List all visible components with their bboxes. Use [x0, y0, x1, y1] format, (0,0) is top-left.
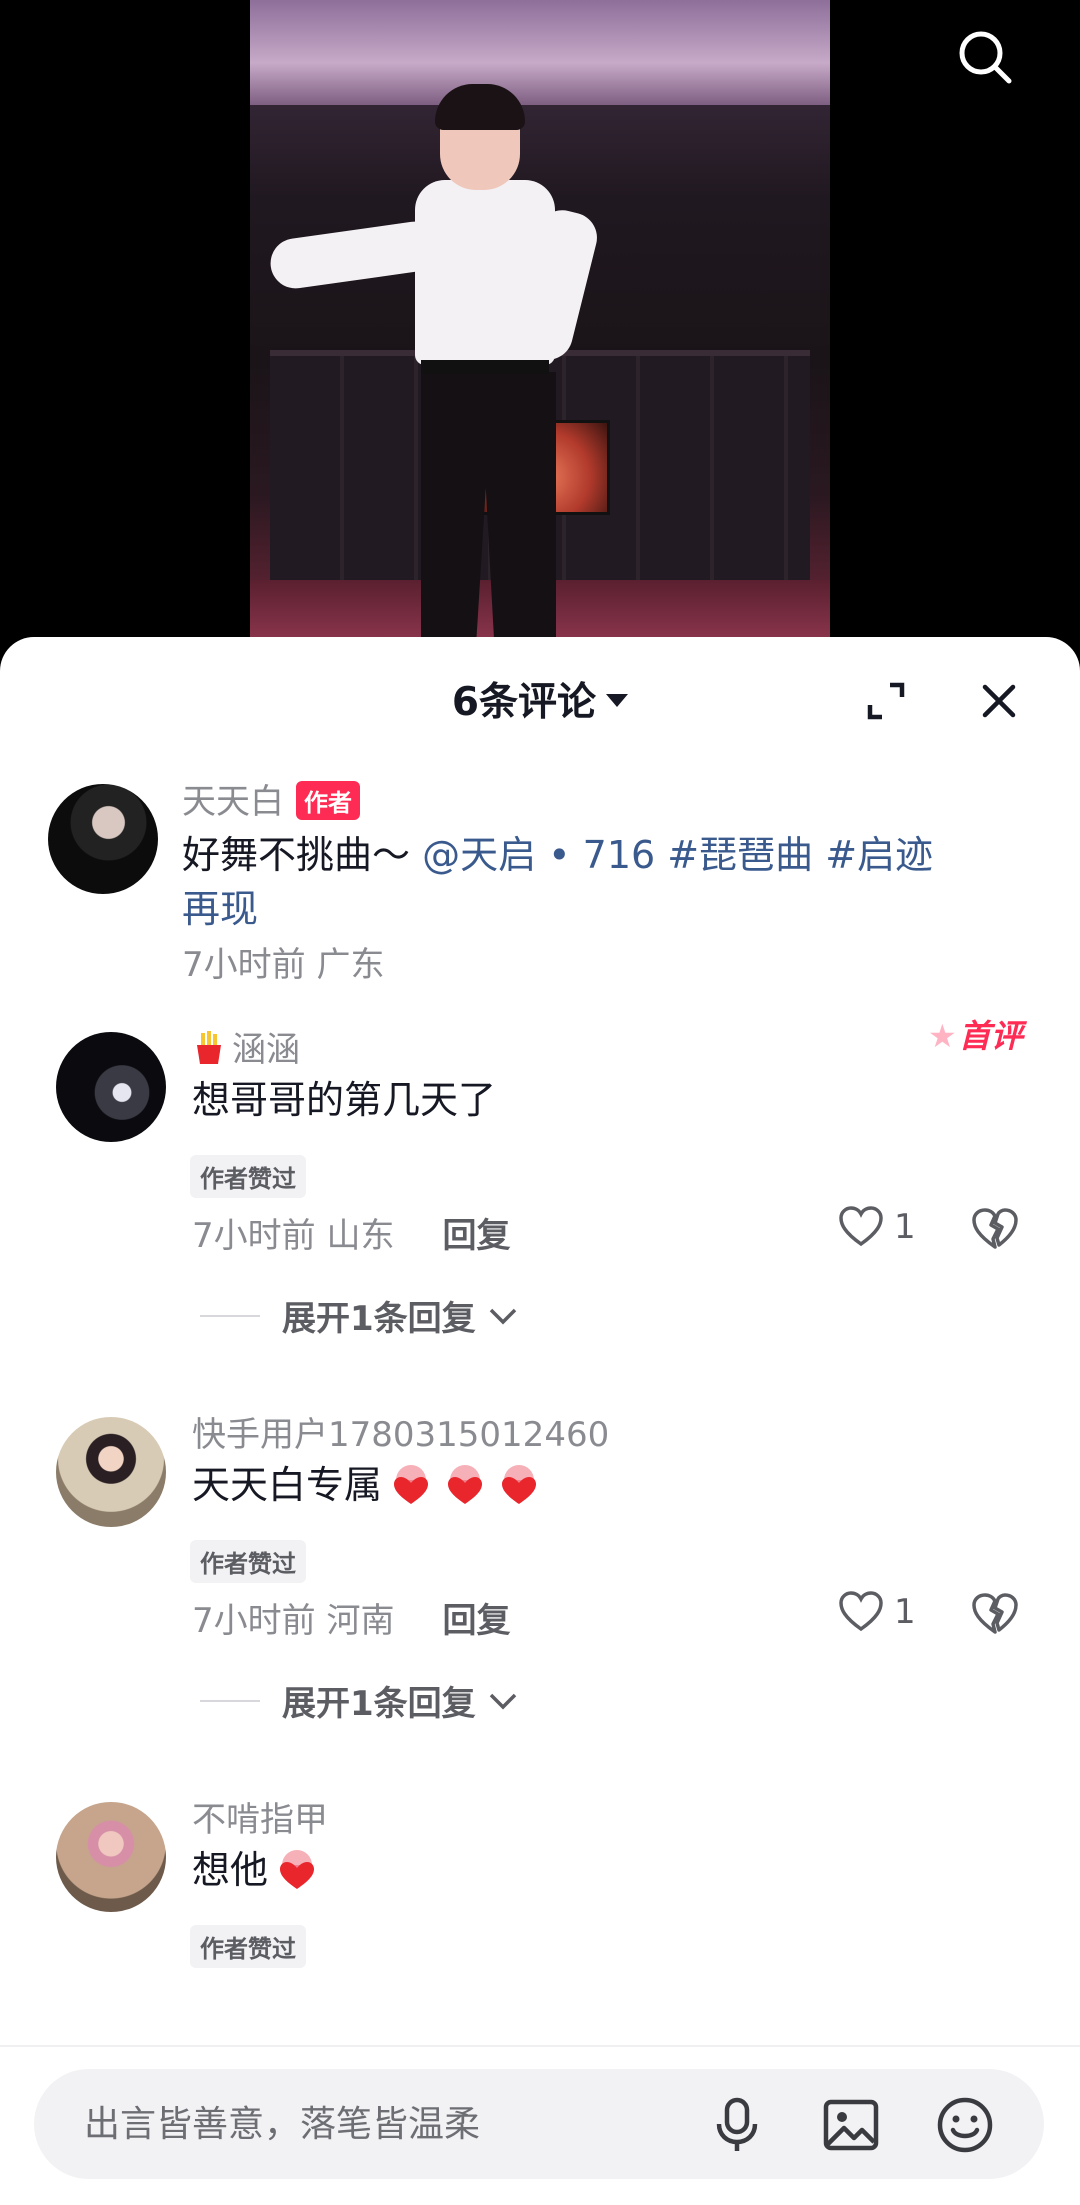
- hashtag-link-continued[interactable]: 再现: [182, 887, 258, 931]
- comment-text: 天天白专属: [192, 1458, 1012, 1512]
- comment-text: 想他: [192, 1843, 1012, 1897]
- comment-item: 涵涵 ★首评 想哥哥的第几天了 作者赞过 7小时前 山东 回复 1 展开1条回复: [0, 1007, 1080, 1387]
- search-icon: [959, 31, 1012, 84]
- expand-replies-button[interactable]: 展开1条回复: [200, 1676, 518, 1725]
- emoji-icon[interactable]: [934, 2094, 996, 2156]
- comment-text: 好舞不挑曲～ @天启 • 716 #琵琶曲 #启迹 再现: [182, 833, 934, 931]
- avatar[interactable]: [56, 1802, 166, 1912]
- broken-heart-icon: [972, 1593, 1018, 1634]
- comment-item-author: 天天白 作者 好舞不挑曲～ @天启 • 716 #琵琶曲 #启迹 再现 7小时前 广…: [0, 757, 1080, 987]
- pig-heart-emoji: [280, 1849, 315, 1889]
- comment-item: 不啃指甲 想他 作者赞过: [0, 1777, 1080, 2027]
- video-dancer-figure: [267, 80, 615, 660]
- comment-username[interactable]: 不啃指甲: [192, 1792, 328, 1841]
- comment-count-dropdown[interactable]: 6条评论: [0, 671, 1080, 727]
- comment-input-bar: [0, 2045, 1080, 2205]
- first-comment-badge: ★首评: [928, 1017, 1023, 1055]
- heart-icon: [839, 1591, 883, 1632]
- chevron-down-icon: [489, 1693, 516, 1709]
- author-liked-tag: 作者赞过: [190, 1925, 306, 1968]
- comment-item: 快手用户1780315012460 天天白专属 作者赞过 7小时前 河南 回复 1: [0, 1392, 1080, 1772]
- comment-meta: 7小时前 广东: [182, 945, 385, 985]
- chevron-down-icon: [489, 1308, 516, 1324]
- comment-sheet-header: 6条评论: [0, 637, 1080, 757]
- comment-input-box[interactable]: [34, 2069, 1044, 2179]
- like-button[interactable]: 1: [838, 1591, 916, 1633]
- comment-input[interactable]: [84, 2069, 684, 2179]
- star-icon: ★: [928, 1017, 957, 1055]
- broken-heart-icon: [972, 1208, 1018, 1249]
- expand-replies-button[interactable]: 展开1条回复: [200, 1291, 518, 1340]
- like-button[interactable]: 1: [838, 1206, 916, 1248]
- avatar[interactable]: [56, 1032, 166, 1142]
- avatar[interactable]: [48, 784, 158, 894]
- reply-button[interactable]: 回复: [442, 1216, 510, 1256]
- caret-down-icon: [606, 694, 629, 707]
- author-liked-tag: 作者赞过: [190, 1540, 306, 1583]
- reply-button[interactable]: 回复: [442, 1601, 510, 1641]
- comment-meta: 7小时前 河南 回复: [192, 1601, 511, 1641]
- comment-sheet: 6条评论 天天白作者 好舞不挑曲～ @天启 • 716 #琵琶曲 #启迹再现: [0, 637, 1080, 2205]
- comment-meta: 7小时前 山东 回复: [192, 1216, 511, 1256]
- comment-username[interactable]: 涵涵: [232, 1030, 300, 1070]
- expand-icon: [867, 682, 905, 720]
- pig-heart-emoji: [448, 1464, 483, 1504]
- mention-hashtag-link[interactable]: @天启 • 716 #琵琶曲 #启迹: [422, 833, 933, 877]
- heart-icon: [839, 1206, 883, 1247]
- close-icon: [982, 684, 1016, 718]
- fries-icon: [197, 1030, 221, 1064]
- close-button[interactable]: [975, 677, 1023, 725]
- comment-count-label: 6条评论: [451, 680, 597, 725]
- pig-heart-emoji: [502, 1464, 537, 1504]
- expand-button[interactable]: [862, 677, 910, 725]
- video-player[interactable]: [0, 0, 1080, 660]
- like-count: 1: [894, 1592, 916, 1632]
- dislike-button[interactable]: [971, 1592, 1019, 1640]
- pig-heart-emoji: [394, 1464, 429, 1504]
- like-count: 1: [894, 1207, 916, 1247]
- comment-username[interactable]: 快手用户1780315012460: [192, 1407, 609, 1456]
- author-liked-tag: 作者赞过: [190, 1155, 306, 1198]
- microphone-icon[interactable]: [706, 2094, 768, 2156]
- comment-text: 想哥哥的第几天了: [192, 1078, 497, 1122]
- search-button[interactable]: [950, 22, 1020, 92]
- author-badge: 作者: [296, 781, 360, 820]
- image-icon[interactable]: [820, 2094, 882, 2156]
- avatar[interactable]: [56, 1417, 166, 1527]
- comment-username[interactable]: 天天白: [182, 782, 284, 822]
- dislike-button[interactable]: [971, 1207, 1019, 1255]
